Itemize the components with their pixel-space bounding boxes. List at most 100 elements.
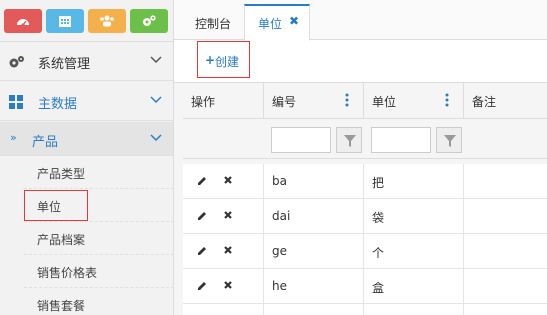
calendar-icon	[59, 16, 71, 27]
filter-icon	[344, 135, 356, 147]
delete-x-icon[interactable]	[223, 210, 233, 220]
chevron-down-icon	[150, 96, 162, 104]
tab-label: 单位	[258, 17, 283, 31]
main-area: 控制台 单位 ✖ + 创建 操作 编号 单位 备注 ba 把 dai 袋 ge …	[174, 0, 547, 315]
filter-row	[183, 119, 547, 159]
submenu-item-product-type[interactable]: 产品类型	[24, 156, 173, 189]
actions-cell	[183, 234, 264, 269]
edit-pencil-icon[interactable]	[196, 175, 208, 187]
code-cell	[264, 304, 364, 315]
code-cell: ba	[264, 164, 364, 199]
delete-x-icon[interactable]	[223, 245, 233, 255]
submenu-item-price-list[interactable]: 销售价格表	[24, 255, 173, 288]
gear-icon	[9, 56, 24, 68]
unit-cell: 盒	[364, 269, 464, 304]
note-cell	[464, 164, 547, 199]
unit-cell	[364, 304, 464, 315]
code-value: dai	[272, 209, 291, 223]
code-value: he	[272, 279, 287, 293]
header-label: 编号	[272, 95, 297, 109]
note-cell	[464, 234, 547, 269]
actions-cell	[183, 199, 264, 234]
unit-cell: 把	[364, 164, 464, 199]
menu-master-data-label: 主数据	[38, 97, 78, 112]
note-cell	[464, 199, 547, 234]
header-label: 操作	[191, 95, 216, 109]
header-unit[interactable]: 单位	[364, 83, 464, 119]
data-grid: 操作 编号 单位 备注 ba 把 dai 袋 ge 个 he 盒	[174, 82, 547, 315]
code-value: ge	[272, 244, 287, 258]
delete-x-icon[interactable]	[223, 280, 233, 290]
users-icon	[100, 15, 114, 27]
grid-icon	[9, 95, 23, 109]
sidebar: 系统管理 主数据 » 产品 产品类型 单位 产品档案 销售价格表 销售套餐	[0, 0, 174, 315]
header-note: 备注	[464, 83, 547, 119]
header-code[interactable]: 编号	[264, 83, 364, 119]
unit-cell: 袋	[364, 199, 464, 234]
plus-icon: +	[205, 53, 216, 67]
tab-bar: 控制台 单位 ✖	[174, 0, 547, 41]
submenu-label: 销售套餐	[37, 299, 86, 313]
table-row: he 盒	[183, 269, 547, 304]
double-chevron-right-icon: »	[10, 131, 17, 144]
code-filter-button[interactable]	[336, 127, 362, 153]
note-cell	[464, 304, 547, 315]
edit-pencil-icon[interactable]	[196, 280, 208, 292]
unit-value: 个	[372, 246, 385, 260]
users-button[interactable]	[88, 9, 126, 33]
chevron-down-icon	[150, 134, 162, 142]
unit-value: 袋	[372, 211, 385, 225]
column-menu-icon[interactable]	[345, 93, 349, 107]
quick-bar	[0, 0, 173, 42]
header-label: 单位	[372, 95, 397, 109]
unit-cell: 个	[364, 234, 464, 269]
actions-cell	[183, 269, 264, 304]
table-row: ge 个	[183, 234, 547, 269]
dashboard-button[interactable]	[4, 9, 42, 33]
menu-product-label: 产品	[32, 135, 59, 150]
chevron-down-icon	[150, 56, 162, 64]
edit-pencil-icon[interactable]	[196, 210, 208, 222]
unit-filter-input[interactable]	[371, 127, 431, 153]
submenu-label: 产品类型	[37, 167, 86, 181]
tab-unit[interactable]: 单位 ✖	[244, 4, 310, 41]
unit-value: 把	[372, 176, 385, 190]
settings-icon	[143, 15, 156, 26]
menu-product[interactable]: » 产品	[0, 122, 173, 156]
header-label: 备注	[472, 95, 497, 109]
tab-label: 控制台	[195, 17, 232, 31]
toolbar: + 创建	[174, 40, 547, 80]
edit-pencil-icon[interactable]	[196, 245, 208, 257]
dashboard-icon	[17, 19, 29, 27]
table-row-partial	[183, 304, 547, 315]
note-cell	[464, 269, 547, 304]
submenu-item-sales-package[interactable]: 销售套餐	[24, 288, 173, 315]
code-cell: dai	[264, 199, 364, 234]
menu-master-data[interactable]: 主数据	[0, 82, 173, 121]
column-menu-icon[interactable]	[445, 93, 449, 107]
calendar-button[interactable]	[46, 9, 84, 33]
close-icon[interactable]: ✖	[289, 14, 299, 28]
unit-filter-button[interactable]	[436, 127, 462, 153]
code-value: ba	[272, 174, 287, 188]
code-cell: ge	[264, 234, 364, 269]
code-filter-input[interactable]	[271, 127, 331, 153]
unit-value: 盒	[372, 281, 385, 295]
app-window: 系统管理 主数据 » 产品 产品类型 单位 产品档案 销售价格表 销售套餐 控制…	[0, 0, 547, 315]
settings-button[interactable]	[130, 9, 168, 33]
actions-cell	[183, 304, 264, 315]
actions-cell	[183, 164, 264, 199]
filter-icon	[444, 135, 456, 147]
active-highlight-box	[24, 190, 88, 221]
table-row: ba 把	[183, 164, 547, 199]
submenu-label: 产品档案	[37, 233, 86, 247]
header-actions: 操作	[183, 83, 264, 119]
create-label: 创建	[215, 55, 240, 69]
code-cell: he	[264, 269, 364, 304]
menu-system-label: 系统管理	[38, 57, 91, 72]
menu-system[interactable]: 系统管理	[0, 42, 173, 81]
submenu-item-product-archive[interactable]: 产品档案	[24, 222, 173, 255]
delete-x-icon[interactable]	[223, 175, 233, 185]
tab-console[interactable]: 控制台	[182, 4, 244, 40]
create-button[interactable]: + 创建	[197, 41, 250, 78]
